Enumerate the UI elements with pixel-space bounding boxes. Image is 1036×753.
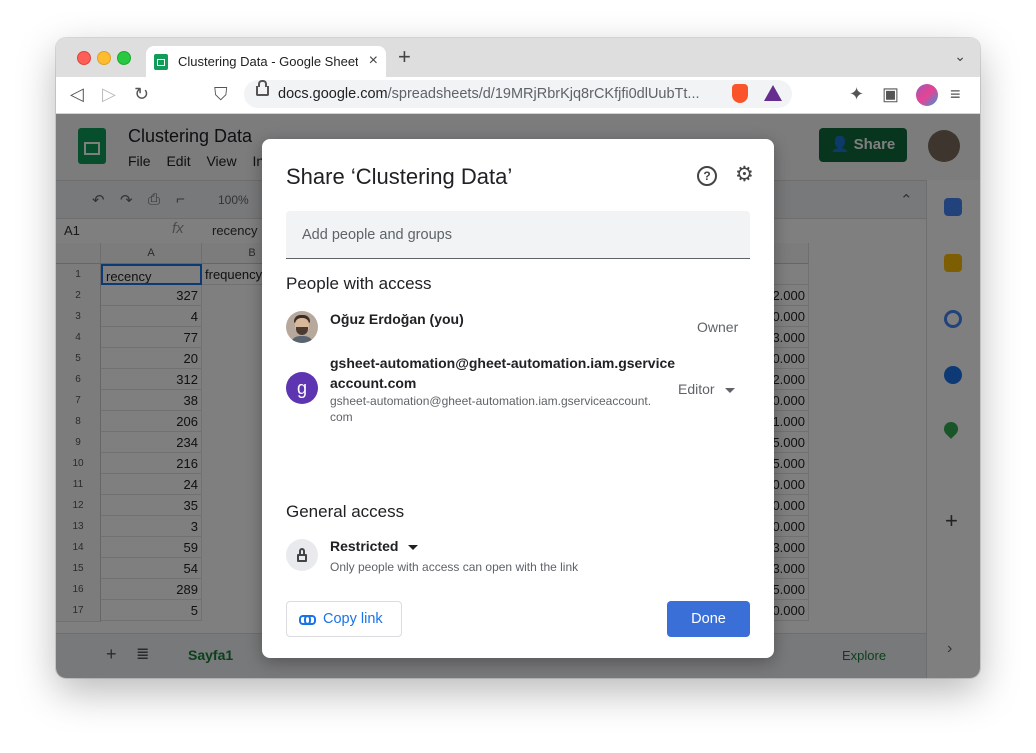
person-name: Oğuz Erdoğan (you) [330, 311, 464, 327]
access-level-label: Restricted [330, 538, 399, 554]
wallet-icon[interactable]: ▣ [882, 84, 899, 104]
role-dropdown[interactable]: Editor [678, 381, 735, 397]
general-access-heading: General access [286, 502, 405, 521]
reload-icon[interactable]: ↻ [134, 84, 149, 104]
menu-icon[interactable]: ≡ [950, 84, 961, 104]
bookmark-icon[interactable]: ⛉ [214, 84, 228, 104]
copy-link-button[interactable]: Copy link [286, 601, 402, 637]
tab-search-chevron-icon[interactable]: ⌄ [954, 48, 966, 65]
profile-icon[interactable] [916, 84, 938, 106]
person-name: gsheet-automation@gheet-automation.iam.g… [330, 353, 675, 393]
share-dialog: Share ‘Clustering Data’ ? ⚙ People with … [262, 139, 774, 658]
minimize-window-button[interactable] [97, 51, 111, 65]
link-icon [299, 615, 316, 626]
chevron-down-icon [724, 387, 735, 393]
avatar [286, 311, 318, 343]
lock-icon [256, 80, 269, 96]
access-description: Only people with access can open with th… [330, 560, 579, 574]
bat-rewards-icon[interactable] [764, 85, 782, 101]
done-button[interactable]: Done [667, 601, 750, 637]
chevron-down-icon [408, 544, 419, 550]
close-window-button[interactable] [77, 51, 91, 65]
add-people-input[interactable] [286, 211, 750, 259]
access-level-dropdown[interactable]: Restricted [330, 538, 419, 554]
owner-role-label: Owner [697, 319, 739, 335]
browser-tab[interactable]: Clustering Data - Google Sheets × [146, 46, 386, 77]
zoom-window-button[interactable] [117, 51, 131, 65]
person-name-line: account.com [330, 375, 417, 391]
url-text[interactable]: docs.google.com/spreadsheets/d/19MRjRbrK… [278, 86, 718, 102]
person-email-line: com [330, 410, 353, 424]
lock-icon [286, 539, 318, 571]
tab-strip: Clustering Data - Google Sheets × + ⌄ [56, 38, 980, 77]
person-email-line: gsheet-automation@gheet-automation.iam.g… [330, 394, 652, 408]
browser-toolbar: ◁ ▷ ↻ ⛉ docs.google.com/spreadsheets/d/1… [56, 77, 980, 114]
address-bar[interactable]: docs.google.com/spreadsheets/d/19MRjRbrK… [244, 80, 792, 108]
person-name-line: gsheet-automation@gheet-automation.iam.g… [330, 355, 676, 371]
forward-icon[interactable]: ▷ [102, 84, 116, 104]
dialog-title: Share ‘Clustering Data’ [286, 164, 513, 189]
people-with-access-heading: People with access [286, 274, 432, 293]
gear-icon[interactable]: ⚙ [735, 164, 754, 185]
new-tab-button[interactable]: + [398, 46, 411, 68]
back-icon[interactable]: ◁ [70, 84, 84, 104]
avatar: g [286, 372, 318, 404]
brave-shield-icon[interactable] [732, 84, 748, 103]
role-dropdown-label: Editor [678, 381, 715, 397]
person-email: gsheet-automation@gheet-automation.iam.g… [330, 393, 651, 425]
help-icon[interactable]: ? [697, 166, 717, 186]
tab-close-icon[interactable]: × [369, 52, 378, 70]
sheets-favicon-icon [154, 54, 168, 70]
tab-title: Clustering Data - Google Sheets [178, 54, 358, 69]
extensions-icon[interactable]: ✦ [849, 84, 864, 104]
